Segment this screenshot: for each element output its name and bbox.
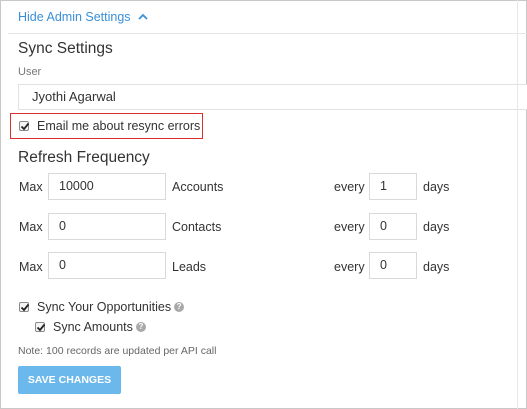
every-label-accounts: every [334,180,365,194]
chevron-up-icon [137,11,149,23]
checkmark-icon [20,303,30,312]
max-leads-input[interactable]: 0 [48,252,166,279]
leads-label: Leads [172,260,207,274]
days-label-contacts: days [423,220,450,234]
max-contacts-input[interactable]: 0 [48,213,166,240]
refresh-frequency-heading: Refresh Frequency [18,149,150,166]
panel-right-edge [517,0,518,409]
max-label-accounts: Max [19,180,43,194]
question-circle-icon[interactable]: ? [135,322,146,332]
sync-amounts-row[interactable]: Sync Amounts ? [35,320,146,334]
sync-settings-heading: Sync Settings [18,40,113,57]
save-changes-button[interactable]: SAVE CHANGES [18,366,121,394]
max-accounts-input[interactable]: 10000 [48,173,166,200]
email-resync-errors-label: Email me about resync errors [37,119,201,133]
user-label: User [18,66,42,78]
accounts-label: Accounts [172,180,224,194]
hide-admin-settings-label: Hide Admin Settings [18,10,131,24]
sync-amounts-label: Sync Amounts [53,320,133,334]
checkmark-icon [36,323,46,332]
every-label-leads: every [334,260,365,274]
every-leads-input[interactable]: 0 [369,252,417,279]
every-contacts-input[interactable]: 0 [369,213,417,240]
hide-admin-settings-link[interactable]: Hide Admin Settings [18,10,149,24]
days-label-accounts: days [423,180,450,194]
days-label-leads: days [423,260,450,274]
email-resync-errors-row[interactable]: Email me about resync errors [19,119,200,133]
sync-opportunities-row[interactable]: Sync Your Opportunities ? [19,300,185,314]
every-label-contacts: every [334,220,365,234]
max-label-leads: Max [19,260,43,274]
sync-amounts-checkbox[interactable] [35,322,46,332]
sync-opportunities-label: Sync Your Opportunities [37,300,172,314]
sync-opportunities-checkbox[interactable] [19,302,30,312]
every-accounts-input[interactable]: 1 [369,173,417,200]
api-note: Note: 100 records are updated per API ca… [18,345,217,357]
checkmark-icon [20,122,30,131]
question-circle-icon[interactable]: ? [174,302,185,312]
email-resync-errors-checkbox[interactable] [19,121,30,131]
contacts-label: Contacts [172,220,222,234]
max-label-contacts: Max [19,220,43,234]
user-select[interactable]: Jyothi Agarwal [18,84,527,110]
header-divider [8,33,527,34]
